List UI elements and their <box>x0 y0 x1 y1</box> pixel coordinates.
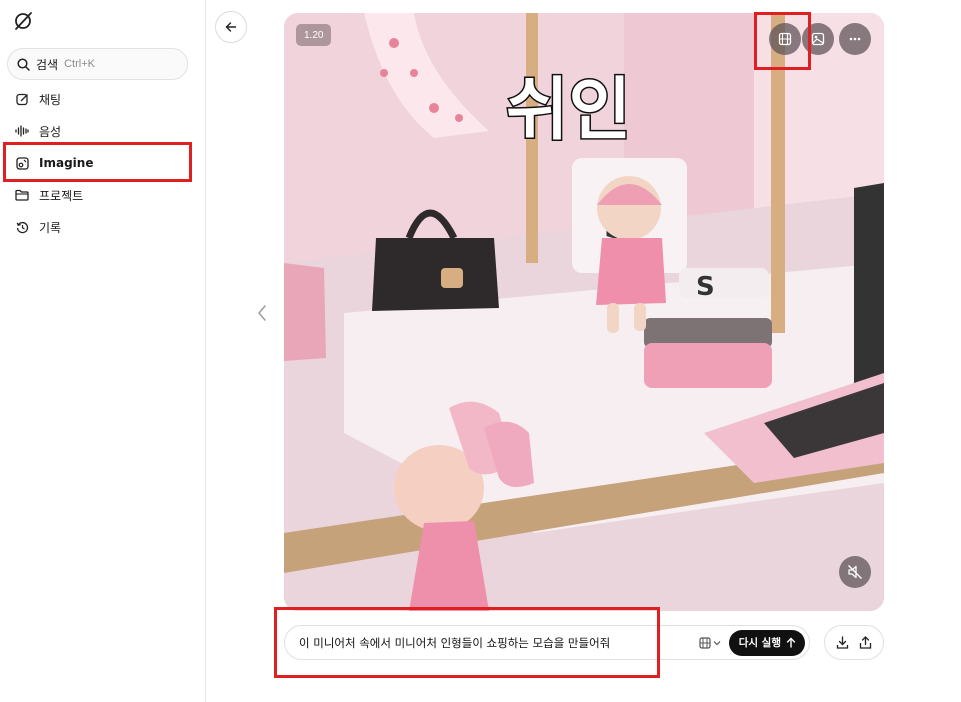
chevron-down-icon <box>713 640 721 646</box>
arrow-left-icon <box>225 21 237 33</box>
sidebar-item-label: 기록 <box>39 220 62 235</box>
sidebar-item-history[interactable]: 기록 <box>8 213 191 241</box>
search-icon <box>17 57 30 71</box>
sidebar-item-imagine[interactable]: Imagine <box>8 149 191 177</box>
back-button[interactable] <box>215 11 247 43</box>
overlay-caption-text: 쉬인 <box>506 71 631 150</box>
sidebar-item-chat[interactable]: 채팅 <box>8 85 191 113</box>
folder-icon <box>15 188 29 202</box>
zoom-badge: 1.20 <box>296 24 332 46</box>
app-window: 검색 Ctrl+K 채팅 음성 Imagine 프로젝트 기록 S 쉬인 1.2… <box>0 0 961 702</box>
image-mode-button[interactable] <box>802 23 834 55</box>
app-logo-icon[interactable] <box>12 10 34 32</box>
prompt-text[interactable]: 이 미니어처 속에서 미니어처 인형들이 쇼핑하는 모습을 만들어줘 <box>299 635 699 651</box>
history-icon <box>15 220 29 234</box>
media-mode-select[interactable] <box>699 636 721 649</box>
download-icon <box>836 636 849 649</box>
video-icon <box>778 32 792 46</box>
video-mode-button[interactable] <box>769 23 801 55</box>
sidebar-item-label: 프로젝트 <box>39 188 84 203</box>
search-input[interactable]: 검색 Ctrl+K <box>7 48 188 80</box>
share-button[interactable] <box>856 633 876 653</box>
media-actions <box>824 625 884 660</box>
arrow-up-icon <box>786 637 796 648</box>
download-button[interactable] <box>833 633 853 653</box>
svg-text:S: S <box>696 272 715 302</box>
imagine-icon <box>15 156 29 170</box>
image-icon <box>811 32 825 46</box>
rerun-button[interactable]: 다시 실행 <box>728 629 805 656</box>
generated-media-viewer[interactable]: S S 쉬인 1.20 <box>284 13 884 611</box>
search-shortcut: Ctrl+K <box>64 58 95 70</box>
chevron-left-icon <box>257 304 267 322</box>
sidebar-item-voice[interactable]: 음성 <box>8 117 191 145</box>
chat-edit-icon <box>15 92 29 106</box>
sidebar: 검색 Ctrl+K 채팅 음성 Imagine 프로젝트 기록 <box>0 0 206 702</box>
sidebar-item-label: 음성 <box>39 124 62 139</box>
sidebar-item-label: 채팅 <box>39 92 62 107</box>
more-options-button[interactable] <box>839 23 871 55</box>
muted-speaker-icon <box>847 564 863 580</box>
sidebar-item-label: Imagine <box>39 156 94 170</box>
mute-toggle-button[interactable] <box>839 556 871 588</box>
previous-image-button[interactable] <box>253 300 271 326</box>
prompt-bar[interactable]: 이 미니어처 속에서 미니어처 인형들이 쇼핑하는 모습을 만들어줘 다시 실행 <box>284 625 810 660</box>
rerun-button-label: 다시 실행 <box>738 637 781 649</box>
share-icon <box>859 636 872 649</box>
search-label: 검색 <box>36 57 59 72</box>
video-icon <box>699 636 711 649</box>
voice-wave-icon <box>15 124 29 138</box>
sidebar-item-projects[interactable]: 프로젝트 <box>8 181 191 209</box>
more-icon <box>848 37 862 41</box>
miniature-shopping-scene-image: S S 쉬인 <box>284 13 884 611</box>
